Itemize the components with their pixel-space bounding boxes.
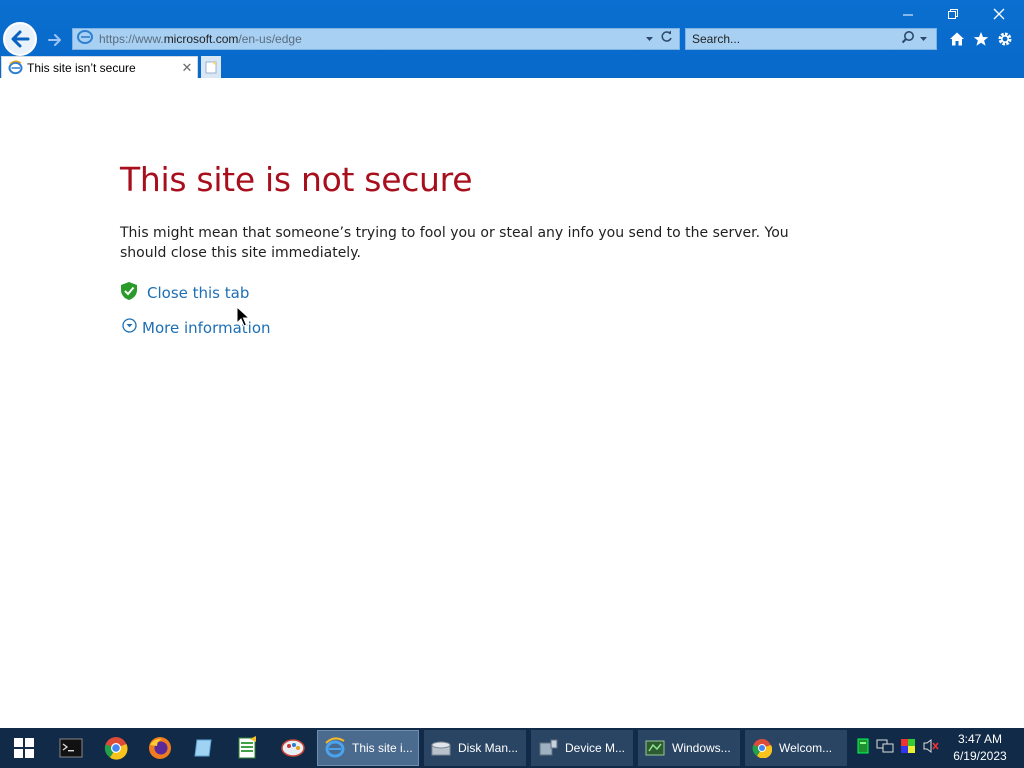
page-title: This site is not secure bbox=[120, 160, 473, 199]
close-tab-link-label[interactable]: Close this tab bbox=[147, 284, 249, 302]
close-window-button[interactable] bbox=[984, 4, 1014, 24]
task-ie-window[interactable]: This site i... bbox=[317, 730, 419, 766]
ie-page-icon bbox=[77, 29, 93, 50]
tab-active[interactable]: This site isn’t secure ✕ bbox=[1, 56, 198, 78]
page-description: This might mean that someone’s trying to… bbox=[120, 225, 789, 261]
forward-arrow-icon bbox=[48, 34, 61, 46]
ie-icon bbox=[324, 737, 346, 759]
task-device-manager[interactable]: Device M... bbox=[531, 730, 633, 766]
green-shield-icon bbox=[120, 281, 138, 305]
start-icon[interactable] bbox=[8, 732, 40, 764]
restore-button[interactable] bbox=[938, 4, 968, 24]
forward-button[interactable] bbox=[42, 27, 68, 53]
clock-date: 6/19/2023 bbox=[953, 749, 1007, 763]
page-content: This site is not secure This might mean … bbox=[0, 78, 1024, 728]
browser-chrome: https://www.microsoft.com/en-us/edge Sea… bbox=[0, 0, 1024, 78]
terminal-icon[interactable] bbox=[55, 732, 87, 764]
network-icon[interactable] bbox=[876, 738, 894, 759]
minimize-button[interactable] bbox=[893, 4, 923, 24]
search-box[interactable] bbox=[685, 28, 937, 50]
search-dropdown-icon[interactable] bbox=[919, 30, 928, 48]
search-input[interactable] bbox=[686, 31, 901, 47]
expand-chevron-icon bbox=[122, 318, 137, 337]
paint-icon[interactable] bbox=[277, 732, 309, 764]
firefox-icon[interactable] bbox=[144, 732, 176, 764]
settings-gear-icon[interactable] bbox=[996, 28, 1014, 50]
address-url: https://www.microsoft.com/en-us/edge bbox=[99, 32, 302, 46]
color-app-tray-icon[interactable] bbox=[900, 738, 916, 759]
volume-muted-icon[interactable] bbox=[922, 738, 940, 759]
tab-title: This site isn’t secure bbox=[27, 60, 136, 75]
window-icon bbox=[644, 737, 666, 759]
close-tab-link[interactable]: Close this tab bbox=[120, 281, 249, 305]
task-chrome-welcome[interactable]: Welcom... bbox=[745, 730, 847, 766]
address-dropdown-icon[interactable] bbox=[645, 30, 654, 48]
disk-icon bbox=[430, 737, 452, 759]
task-windows-explorer[interactable]: Windows... bbox=[638, 730, 740, 766]
system-tray bbox=[856, 738, 940, 759]
ie-favicon-icon bbox=[8, 60, 23, 75]
search-icon[interactable] bbox=[901, 30, 915, 49]
task-disk-management[interactable]: Disk Man... bbox=[424, 730, 526, 766]
tab-strip: This site isn’t secure ✕ bbox=[0, 56, 1024, 78]
taskbar: This site i... Disk Man... Device M... W… bbox=[0, 728, 1024, 768]
new-tab-icon bbox=[205, 61, 217, 74]
chrome-icon[interactable] bbox=[100, 732, 132, 764]
favorites-star-icon[interactable] bbox=[972, 28, 990, 50]
taskbar-clock[interactable]: 3:47 AM 6/19/2023 bbox=[950, 731, 1010, 765]
refresh-icon[interactable] bbox=[660, 30, 673, 48]
notepad-icon[interactable] bbox=[188, 732, 220, 764]
back-arrow-icon bbox=[11, 30, 30, 48]
chrome-icon bbox=[751, 737, 773, 759]
address-bar[interactable]: https://www.microsoft.com/en-us/edge bbox=[72, 28, 680, 50]
mouse-pointer-icon bbox=[236, 306, 250, 327]
tab-close-icon[interactable]: ✕ bbox=[179, 60, 195, 76]
more-information-label[interactable]: More information bbox=[142, 319, 271, 337]
home-icon[interactable] bbox=[948, 28, 966, 50]
clock-time: 3:47 AM bbox=[957, 732, 1003, 746]
device-icon bbox=[537, 737, 559, 759]
green-app-tray-icon[interactable] bbox=[856, 738, 870, 759]
back-button[interactable] bbox=[3, 22, 37, 56]
new-tab-button[interactable] bbox=[201, 56, 221, 78]
spreadsheet-icon[interactable] bbox=[231, 732, 263, 764]
